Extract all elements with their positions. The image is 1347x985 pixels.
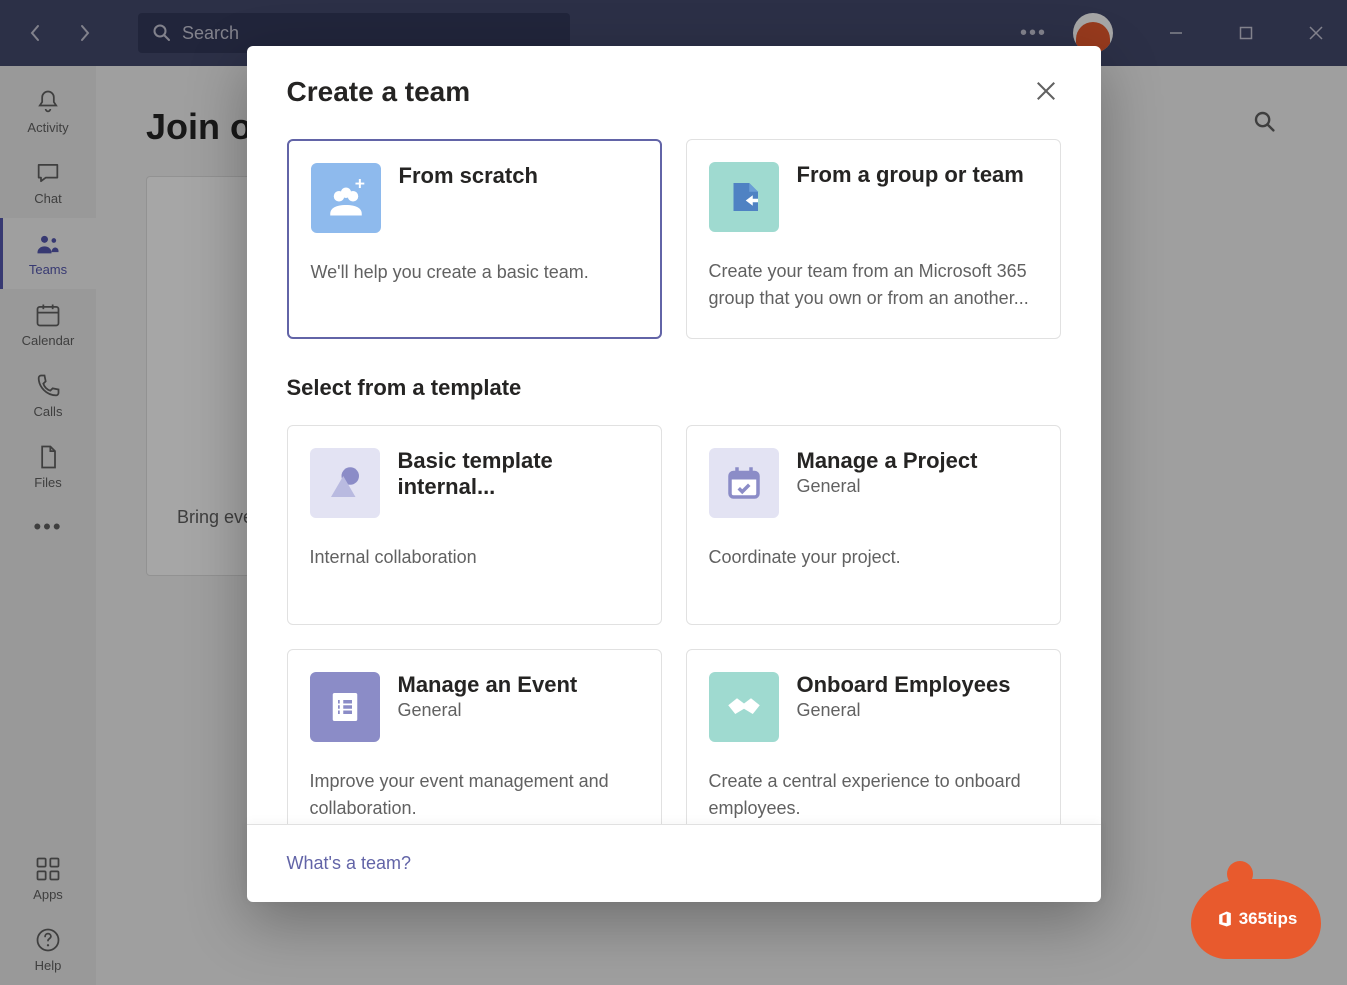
template-basic-internal[interactable]: Basic template internal... Internal coll… — [287, 425, 662, 625]
template-card-title: Manage a Project — [797, 448, 978, 474]
templates-heading: Select from a template — [287, 375, 1061, 401]
template-card-desc: Coordinate your project. — [709, 544, 1038, 571]
template-onboard-employees[interactable]: Onboard Employees General Create a centr… — [686, 649, 1061, 824]
create-team-modal: Create a team + From scratch — [247, 46, 1101, 902]
template-card-desc: Improve your event management and collab… — [310, 768, 639, 822]
option-card-desc: Create your team from an Microsoft 365 g… — [709, 258, 1038, 312]
template-shapes-icon — [310, 448, 380, 518]
option-from-scratch[interactable]: + From scratch We'll help you create a b… — [287, 139, 662, 339]
handshake-icon — [709, 672, 779, 742]
close-button[interactable] — [1031, 76, 1061, 111]
modal-overlay: Create a team + From scratch — [0, 0, 1347, 985]
scratch-icon: + — [311, 163, 381, 233]
template-manage-project[interactable]: Manage a Project General Coordinate your… — [686, 425, 1061, 625]
template-manage-event[interactable]: Manage an Event General Improve your eve… — [287, 649, 662, 824]
office-icon — [1215, 909, 1235, 929]
modal-header: Create a team — [247, 46, 1101, 111]
svg-text:+: + — [354, 177, 364, 193]
group-icon — [709, 162, 779, 232]
template-card-subtitle: General — [797, 700, 1011, 721]
template-card-subtitle: General — [398, 700, 578, 721]
template-card-title: Onboard Employees — [797, 672, 1011, 698]
template-card-title: Basic template internal... — [398, 448, 639, 500]
close-icon — [1035, 80, 1057, 102]
template-card-title: Manage an Event — [398, 672, 578, 698]
whats-a-team-link[interactable]: What's a team? — [287, 853, 412, 873]
option-from-group[interactable]: From a group or team Create your team fr… — [686, 139, 1061, 339]
option-card-title: From scratch — [399, 163, 538, 189]
template-card-desc: Internal collaboration — [310, 544, 639, 571]
template-card-subtitle: General — [797, 476, 978, 497]
modal-body: + From scratch We'll help you create a b… — [247, 111, 1101, 824]
checklist-icon — [310, 672, 380, 742]
watermark-badge: 365tips — [1191, 879, 1321, 959]
template-card-desc: Create a central experience to onboard e… — [709, 768, 1038, 822]
watermark-text: 365tips — [1239, 909, 1298, 929]
modal-footer: What's a team? — [247, 824, 1101, 902]
option-card-desc: We'll help you create a basic team. — [311, 259, 638, 286]
option-card-title: From a group or team — [797, 162, 1024, 188]
modal-title: Create a team — [287, 76, 471, 108]
calendar-check-icon — [709, 448, 779, 518]
